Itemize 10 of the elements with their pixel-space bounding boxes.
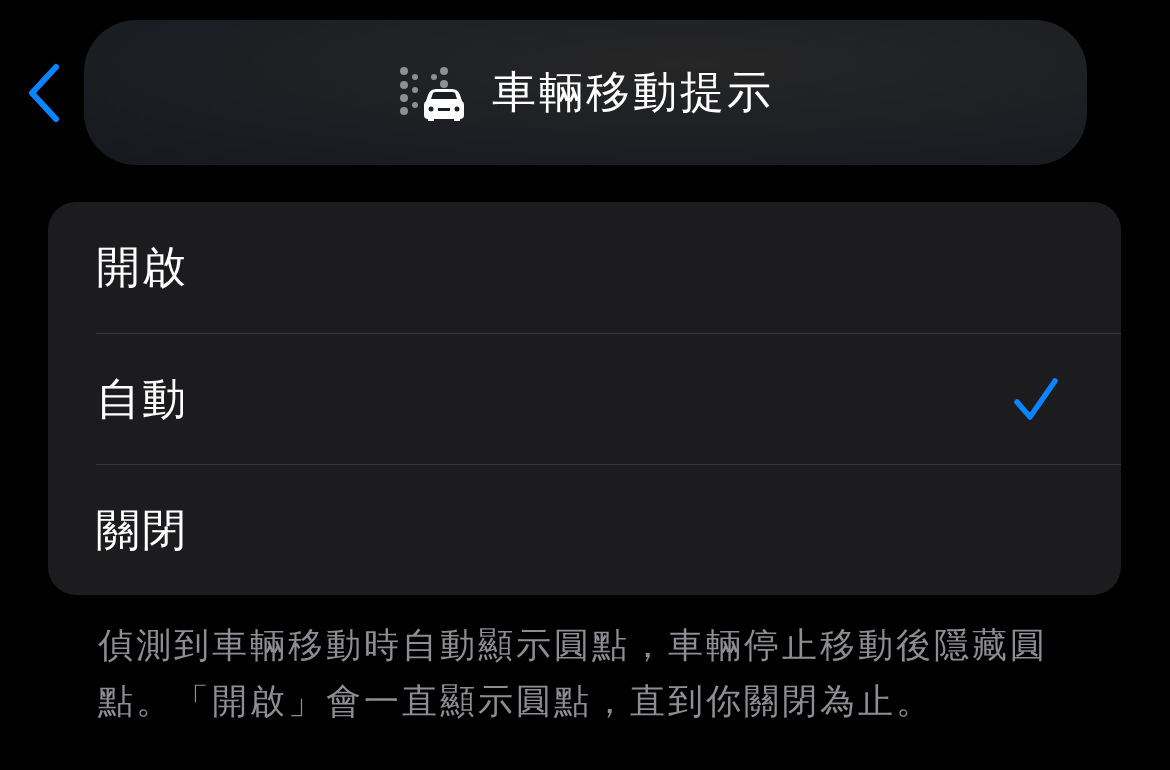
option-label: 開啟 xyxy=(96,240,188,294)
back-button[interactable] xyxy=(26,62,62,123)
page-title: 車輛移動提示 xyxy=(491,65,774,119)
footer-text: 偵測到車輛移動時自動顯示圓點，車輛停止移動後隱藏圓點。「開啟」會一直顯示圓點，直到你關閉為止。 xyxy=(98,624,1049,723)
option-label: 關閉 xyxy=(96,502,188,557)
option-row[interactable]: 自動 xyxy=(96,333,1121,464)
option-row[interactable]: 開啟 xyxy=(96,202,1121,333)
option-row[interactable]: 關閉 xyxy=(96,464,1121,595)
vehicle-motion-icon xyxy=(397,64,464,121)
option-label: 自動 xyxy=(96,371,188,426)
